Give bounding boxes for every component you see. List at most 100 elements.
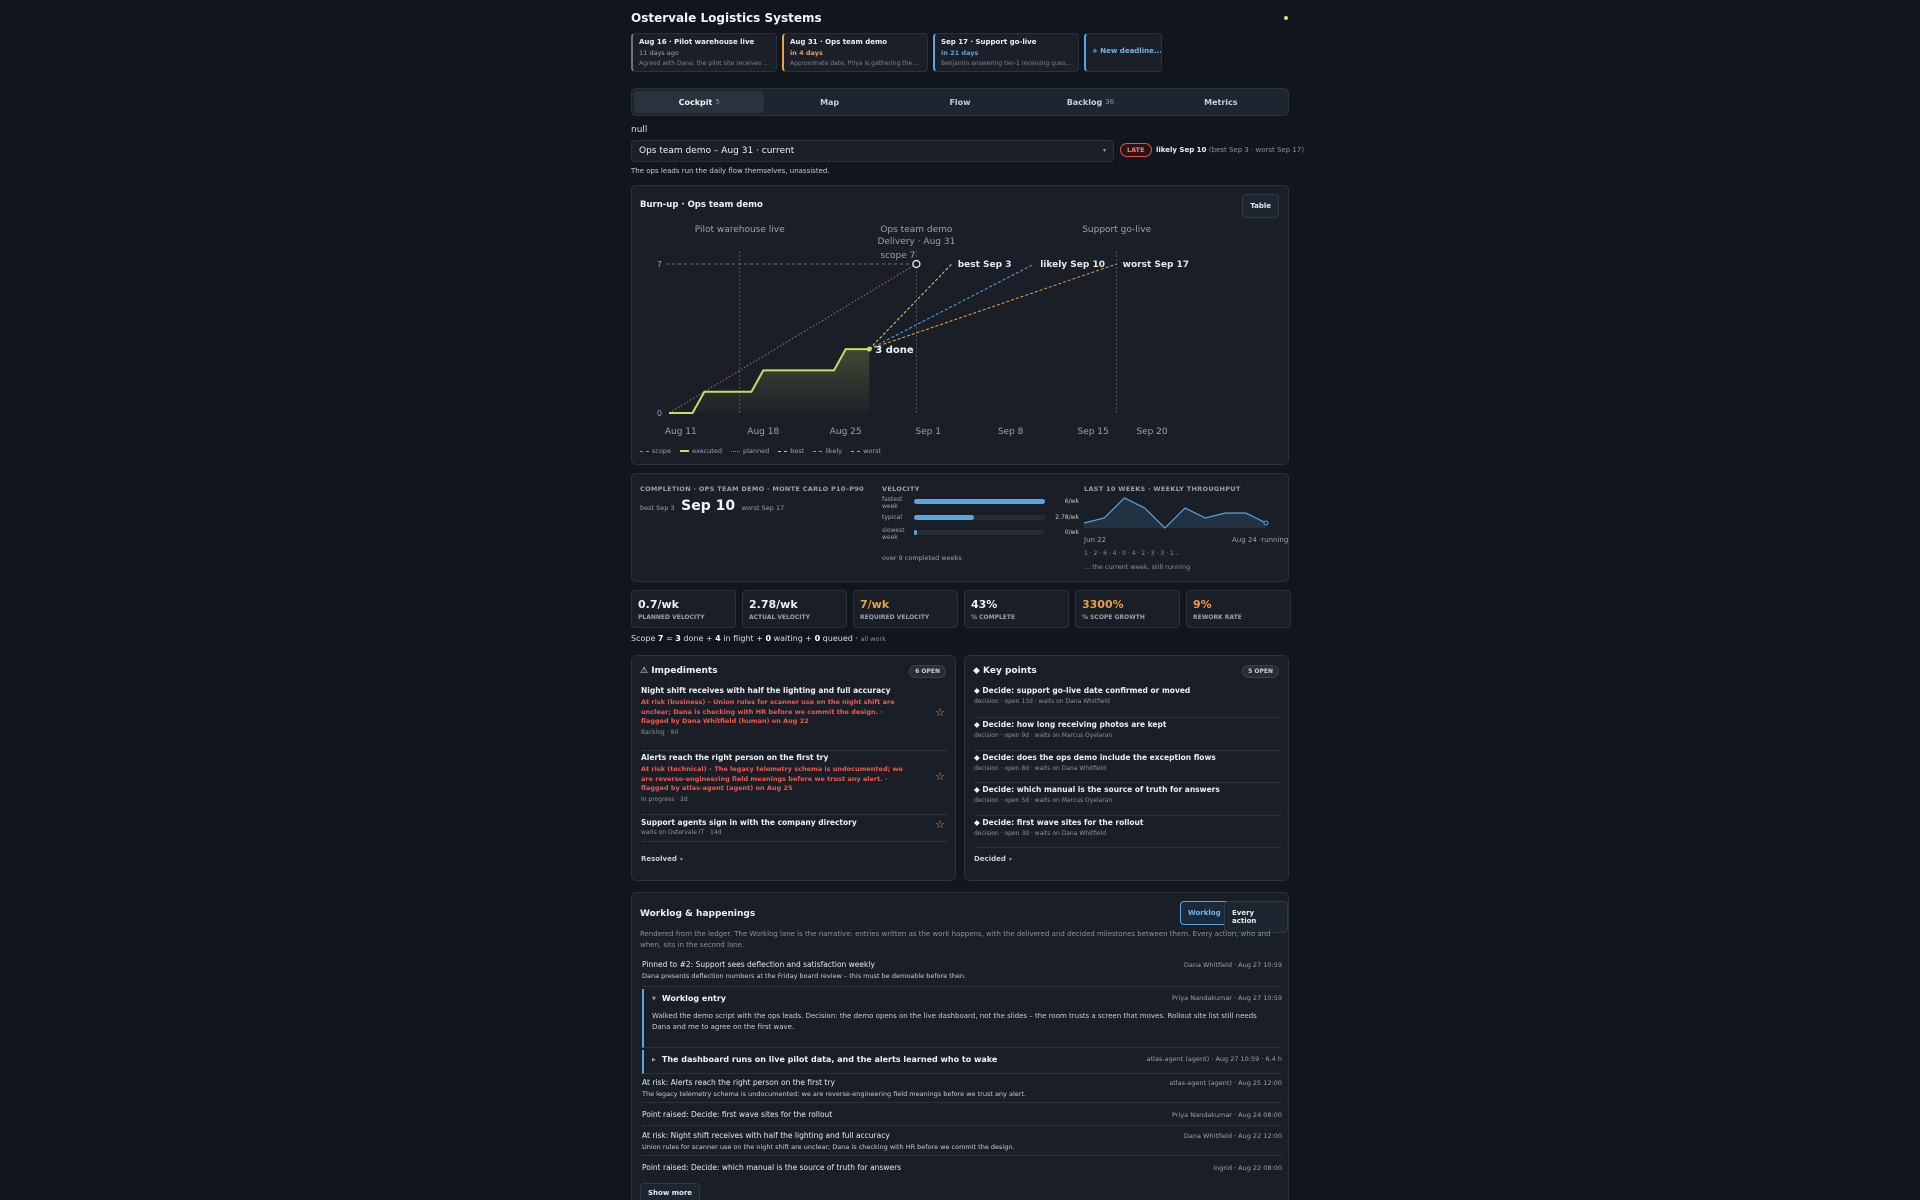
worst-forecast-label: worst Sep 17	[1123, 260, 1189, 270]
worklog-entry[interactable]: Point raised: Decide: which manual is th…	[642, 1163, 1282, 1179]
keypoint-item[interactable]: ◆ Decide: does the ops demo include the …	[974, 751, 1281, 783]
worklog-toggle[interactable]: Worklog	[1180, 901, 1229, 925]
kpi-label: ACTUAL VELOCITY	[749, 614, 810, 621]
block-who: atlas-agent (agent) · Aug 27 10:59 · 6.4…	[1146, 1055, 1283, 1063]
tab-count: 36	[1105, 98, 1115, 106]
deadline-strip: Aug 16 · Pilot warehouse live 11 days ag…	[631, 33, 1162, 72]
legend-swatch	[680, 450, 690, 452]
scope-total: 7	[657, 634, 664, 643]
impediment-title: Support agents sign in with the company …	[641, 818, 857, 827]
worklog-entry[interactable]: Point raised: Decide: first wave sites f…	[642, 1110, 1282, 1126]
decided-label: Decided	[974, 855, 1006, 863]
worklog-block[interactable]: ▶ The dashboard runs on live pilot data, …	[642, 1050, 1282, 1074]
y-tick-label: 0	[657, 409, 662, 418]
keypoint-item[interactable]: ◆ Decide: which manual is the source of …	[974, 783, 1281, 816]
throughput-start: Jun 22	[1084, 536, 1107, 544]
velocity-label: VELOCITY	[882, 485, 920, 493]
likely-forecast-line	[869, 263, 1035, 350]
completion-worst: worst Sep 17	[741, 504, 785, 512]
impediment-item[interactable]: Support agents sign in with the company …	[641, 815, 948, 842]
show-more-button[interactable]: Show more	[640, 1183, 701, 1200]
x-tick-label: Sep 20	[1136, 427, 1168, 437]
keypoint-item[interactable]: ◆ Decide: how long receiving photos are …	[974, 718, 1281, 751]
impediment-meta: In progress · 2d	[641, 795, 688, 803]
kpi-value: 2.78/wk	[749, 598, 798, 611]
done-label: 3 done	[875, 345, 914, 356]
tab-metrics[interactable]: Metrics	[1156, 91, 1286, 113]
velocity-row: typical 2.78/wk	[882, 512, 1079, 526]
worklog-entry[interactable]: At risk: Alerts reach the right person o…	[642, 1078, 1282, 1103]
new-deadline-button[interactable]: + New deadline...	[1084, 33, 1162, 72]
deadline-status: in 4 days	[790, 49, 823, 57]
star-icon[interactable]: ☆	[935, 770, 945, 783]
kpi-percent-complete: 43% % COMPLETE	[964, 590, 1069, 628]
chevron-down-icon: ▾	[679, 856, 683, 863]
tab-cockpit[interactable]: Cockpit 5	[634, 91, 765, 113]
triangle-right-icon[interactable]: ▶	[652, 1057, 656, 1063]
chart-legend: scope executed planned best likely worst	[640, 447, 881, 455]
legend-label: planned	[742, 447, 770, 455]
block-title-text: The dashboard runs on live pilot data, a…	[661, 1055, 998, 1064]
worst-forecast-line	[869, 263, 1117, 350]
deadline-status: in 21 days	[941, 49, 979, 57]
legend-label: best	[790, 447, 805, 455]
tab-map[interactable]: Map	[764, 91, 894, 113]
block-title-text: Worklog entry	[661, 994, 727, 1003]
deadline-status: 11 days ago	[639, 49, 679, 57]
forecast-range: (best Sep 3 · worst Sep 17)	[1208, 146, 1305, 154]
best-forecast-line	[868, 263, 953, 350]
impediment-title: Night shift receives with half the light…	[641, 686, 891, 695]
milestone-label: Support go-live	[1082, 225, 1151, 235]
executed-area	[669, 349, 870, 413]
triangle-down-icon[interactable]: ▼	[652, 996, 656, 1002]
keypoint-title: ◆ Decide: how long receiving photos are …	[974, 720, 1167, 729]
star-icon[interactable]: ☆	[935, 706, 945, 719]
tab-flow[interactable]: Flow	[895, 91, 1025, 113]
kpi-label: REWORK RATE	[1193, 614, 1242, 621]
kpi-value: 7/wk	[860, 598, 890, 611]
star-icon[interactable]: ☆	[935, 818, 945, 831]
kpi-label: PLANNED VELOCITY	[638, 614, 705, 621]
velocity-track	[914, 515, 1045, 520]
burnup-chart: Pilot warehouse live Ops team demo Deliver…	[657, 225, 1189, 437]
impediment-item[interactable]: Night shift receives with half the light…	[641, 686, 948, 751]
worklog-entry[interactable]: At risk: Night shift receives with half …	[642, 1131, 1282, 1156]
velocity-row-value: 6/wk	[1064, 498, 1079, 505]
impediments-badge: 6 OPEN	[909, 665, 946, 678]
legend-label: worst	[863, 447, 882, 455]
throughput-label: LAST 10 WEEKS · WEEKLY THROUGHPUT	[1084, 485, 1241, 493]
impediment-item[interactable]: Alerts reach the right person on the fir…	[641, 751, 948, 815]
worklog-block[interactable]: ▼ Worklog entry Priya Nandakumar · Aug 27…	[642, 989, 1282, 1048]
legend-swatch	[730, 450, 740, 452]
block-who: Priya Nandakumar · Aug 27 10:59	[1172, 994, 1282, 1002]
milestone-label: Ops team demo	[880, 225, 953, 235]
resolved-toggle[interactable]: Resolved ▾	[641, 855, 683, 863]
worklog-entry[interactable]: Pinned to #2: Support sees deflection an…	[642, 960, 1282, 987]
deadline-card[interactable]: Sep 17 · Support go-live in 21 days Benj…	[933, 33, 1079, 72]
x-tick-label: Aug 18	[747, 427, 779, 437]
tab-backlog[interactable]: Backlog 36	[1025, 91, 1155, 113]
milestone-label: Delivery · Aug 31	[877, 237, 955, 247]
legend-planned: planned	[730, 447, 770, 455]
deadline-desc: Benjamin answering tier-1 receiving ques…	[941, 60, 1072, 67]
scope-summary: Scope 7 = 3 done + 4 in flight + 0 waiti…	[631, 634, 886, 643]
kpi-value: 0.7/wk	[638, 598, 679, 611]
kpi-scope-growth: 3300% % SCOPE GROWTH	[1075, 590, 1180, 628]
decided-toggle[interactable]: Decided ▾	[974, 855, 1012, 863]
deadline-card[interactable]: Aug 16 · Pilot warehouse live 11 days ag…	[631, 33, 777, 72]
deadline-card[interactable]: Aug 31 · Ops team demo in 4 days Approxi…	[782, 33, 928, 72]
x-tick-label: Sep 1	[915, 427, 941, 437]
entry-who: atlas-agent (agent) · Aug 25 12:00	[1169, 1079, 1282, 1087]
status-dot-icon	[1284, 16, 1288, 20]
milestone-select[interactable]: Ops team demo – Aug 31 · current ▾	[631, 140, 1114, 162]
keypoint-item[interactable]: ◆ Decide: support go-live date confirmed…	[974, 686, 1281, 718]
velocity-rows: fastest week 6/wk typical 2.78/wk slowes…	[882, 495, 1079, 543]
milestone-label: Pilot warehouse live	[695, 225, 785, 235]
null-text: null	[631, 125, 648, 135]
velocity-row-label: slowest week	[882, 527, 905, 541]
tab-label: Metrics	[1204, 97, 1238, 107]
worklog-intro: Rendered from the ledger. The Worklog la…	[640, 930, 1271, 949]
keypoint-item[interactable]: ◆ Decide: first wave sites for the rollo…	[974, 816, 1281, 848]
milestone-select-value: Ops team demo – Aug 31 · current	[639, 146, 795, 156]
kpi-value: 3300%	[1082, 598, 1124, 611]
